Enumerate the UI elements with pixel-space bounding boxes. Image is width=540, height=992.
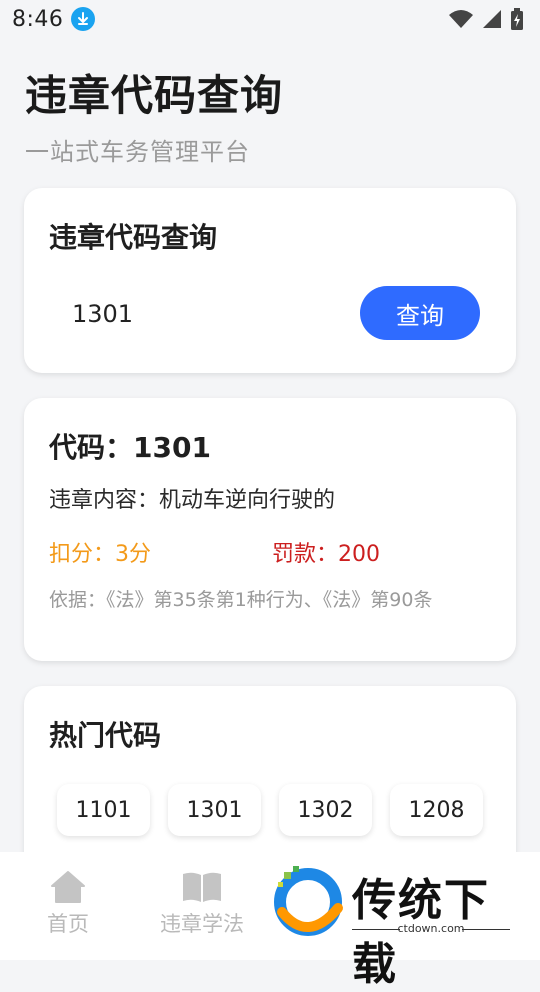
result-code: 代码：1301 [49,431,211,464]
nav-item-study[interactable]: 违章学法 [150,870,254,938]
hot-code-chip[interactable]: 1301 [168,784,261,836]
watermark-line-right [462,929,510,930]
wifi-icon [449,10,473,28]
result-points: 扣分：3分 [49,542,151,567]
status-right [448,8,524,30]
download-icon [71,7,96,31]
hot-codes-title: 热门代码 [49,719,162,752]
home-icon [51,871,85,903]
query-button[interactable]: 查询 [360,286,480,340]
watermark-logo: 传统下载 ctdown.com [268,862,530,990]
hot-code-chip[interactable]: 1101 [57,784,150,836]
nav-item-home[interactable]: 首页 [36,870,100,938]
result-card: 代码：1301 违章内容：机动车逆向行驶的 扣分：3分 罚款：200 依据：《法… [24,398,516,661]
status-time: 8:46 [12,6,64,32]
watermark-logo-icon [274,866,343,936]
result-fine: 罚款：200 [272,542,380,567]
violation-code-input[interactable] [48,288,348,340]
page-title: 违章代码查询 [25,71,284,120]
result-content: 违章内容：机动车逆向行驶的 [49,488,336,513]
hot-codes-list: 1101 1301 1302 1208 [57,784,483,836]
result-basis: 依据：《法》第35条第1种行为、《法》第90条 [49,589,433,611]
status-bar: 8:46 [0,0,540,38]
page-subtitle: 一站式车务管理平台 [25,138,250,166]
hot-code-chip[interactable]: 1208 [390,784,483,836]
nav-label-study: 违章学法 [160,912,244,936]
signal-icon [483,10,501,28]
book-icon [183,872,221,902]
battery-icon [511,8,523,30]
nav-label-home: 首页 [47,912,89,936]
status-left: 8:46 [12,6,96,32]
hot-code-chip[interactable]: 1302 [279,784,372,836]
query-card: 违章代码查询 查询 [24,188,516,373]
query-card-title: 违章代码查询 [49,221,218,254]
